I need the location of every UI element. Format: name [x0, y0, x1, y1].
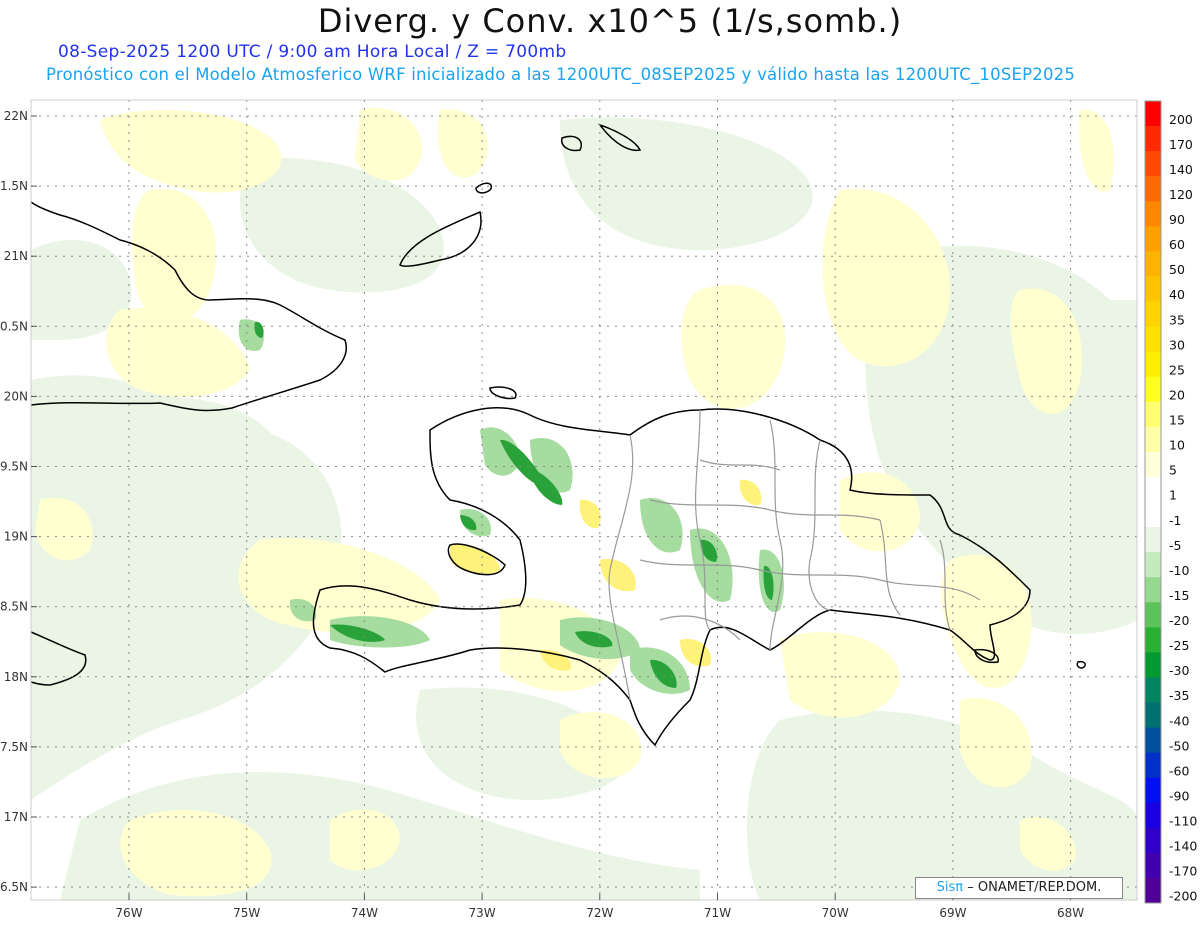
lon-label: 71W: [704, 906, 731, 920]
colorbar-label: 90: [1169, 212, 1185, 227]
colorbar-label: 60: [1169, 237, 1185, 252]
colorbar-swatch: [1145, 226, 1161, 252]
colorbar-swatch: [1145, 602, 1161, 628]
colorbar-label: 170: [1169, 137, 1193, 152]
colorbar-swatch: [1145, 652, 1161, 678]
colorbar-label: 120: [1169, 187, 1193, 202]
colorbar-label: 140: [1169, 162, 1193, 177]
colorbar-swatch: [1145, 376, 1161, 403]
colorbar-swatch: [1145, 527, 1161, 553]
colorbar-swatch: [1145, 126, 1161, 152]
lat-label: 21N: [4, 249, 28, 263]
colorbar-label: 30: [1169, 337, 1185, 352]
credit-text: – ONAMET/REP.DOM.: [967, 880, 1102, 895]
colorbar-label: -1: [1169, 513, 1181, 528]
colorbar-swatch: [1145, 627, 1161, 653]
credit-brand: Sisπ: [936, 880, 964, 895]
colorbar-label: -200: [1169, 889, 1197, 904]
colorbar-label: -60: [1169, 763, 1189, 778]
colorbar-label: -30: [1169, 663, 1189, 678]
colorbar-label: -140: [1169, 839, 1197, 854]
lon-label: 73W: [469, 906, 496, 920]
colorbar-swatch: [1145, 476, 1161, 503]
colorbar-swatch: [1145, 577, 1161, 603]
colorbar-label: 5: [1169, 463, 1177, 478]
colorbar-label: -20: [1169, 613, 1189, 628]
credit-box: Sisπ – ONAMET/REP.DOM.: [915, 877, 1123, 899]
colorbar-label: 1: [1169, 488, 1177, 503]
colorbar-swatch: [1145, 176, 1161, 202]
lon-label: 68W: [1057, 906, 1084, 920]
colorbar-swatch: [1145, 777, 1161, 804]
colorbar-swatch: [1145, 151, 1161, 177]
lon-label: 76W: [115, 906, 142, 920]
lat-label: 18N: [4, 670, 28, 684]
lon-label: 70W: [822, 906, 849, 920]
colorbar-swatch: [1145, 426, 1161, 453]
colorbar-label: -110: [1169, 814, 1197, 829]
lon-label: 69W: [939, 906, 966, 920]
lat-label: 19N: [4, 530, 28, 544]
colorbar-swatch: [1145, 502, 1161, 528]
colorbar-label: -50: [1169, 738, 1189, 753]
colorbar-swatch: [1145, 301, 1161, 328]
colorbar-label: -40: [1169, 713, 1189, 728]
colorbar-label: 35: [1169, 312, 1185, 327]
lat-label: 6.5N: [0, 880, 28, 894]
lat-label: 8.5N: [0, 600, 28, 614]
colorbar-swatch: [1145, 276, 1161, 302]
lat-label: 17N: [4, 810, 28, 824]
colorbar-label: 40: [1169, 287, 1185, 302]
lat-label: 0.5N: [0, 319, 28, 333]
colorbar-swatch: [1145, 702, 1161, 729]
colorbar-swatch: [1145, 827, 1161, 854]
colorbar-label: -170: [1169, 864, 1197, 879]
colorbar-swatch: [1145, 451, 1161, 478]
colorbar-swatch: [1145, 401, 1161, 428]
lon-label: 75W: [233, 906, 260, 920]
lat-label: 9.5N: [0, 460, 28, 474]
colorbar-label: -5: [1169, 538, 1181, 553]
colorbar-swatch: [1145, 552, 1161, 578]
colorbar-label: 10: [1169, 438, 1185, 453]
colorbar-label: -35: [1169, 688, 1189, 703]
colorbar-swatch: [1145, 752, 1161, 779]
lat-label: 1.5N: [0, 179, 28, 193]
colorbar-label: 200: [1169, 112, 1193, 127]
colorbar-label: -90: [1169, 788, 1189, 803]
colorbar-swatch: [1145, 677, 1161, 703]
colorbar-label: 15: [1169, 413, 1185, 428]
colorbar-swatch: [1145, 251, 1161, 277]
lat-label: 7.5N: [0, 740, 28, 754]
colorbar-swatch: [1145, 326, 1161, 353]
colorbar-swatch: [1145, 877, 1161, 904]
colorbar-swatch: [1145, 802, 1161, 829]
colorbar-label: -10: [1169, 563, 1189, 578]
colorbar-label: 20: [1169, 387, 1185, 402]
lat-label: 20N: [4, 389, 28, 403]
lon-label: 74W: [351, 906, 378, 920]
colorbar-swatch: [1145, 101, 1161, 127]
colorbar-swatch: [1145, 201, 1161, 227]
lon-label: 72W: [586, 906, 613, 920]
colorbar-label: 50: [1169, 262, 1185, 277]
colorbar-swatch: [1145, 351, 1161, 378]
colorbar: 200 170 140 120 90 60 50 40 35 30 25 20 15 10 5 1 -1 -5 -1…: [1144, 100, 1197, 904]
colorbar-swatch: [1145, 727, 1161, 754]
colorbar-label: 25: [1169, 362, 1185, 377]
divergence-map: 22N 1.5N 21N 0.5N 20N 9.5N 19N 8.5N 18N 7.5N 17N 6.…: [0, 99, 1197, 920]
lat-label: 22N: [4, 109, 28, 123]
colorbar-swatch: [1145, 852, 1161, 879]
colorbar-label: -15: [1169, 588, 1189, 603]
colorbar-label: -25: [1169, 638, 1189, 653]
